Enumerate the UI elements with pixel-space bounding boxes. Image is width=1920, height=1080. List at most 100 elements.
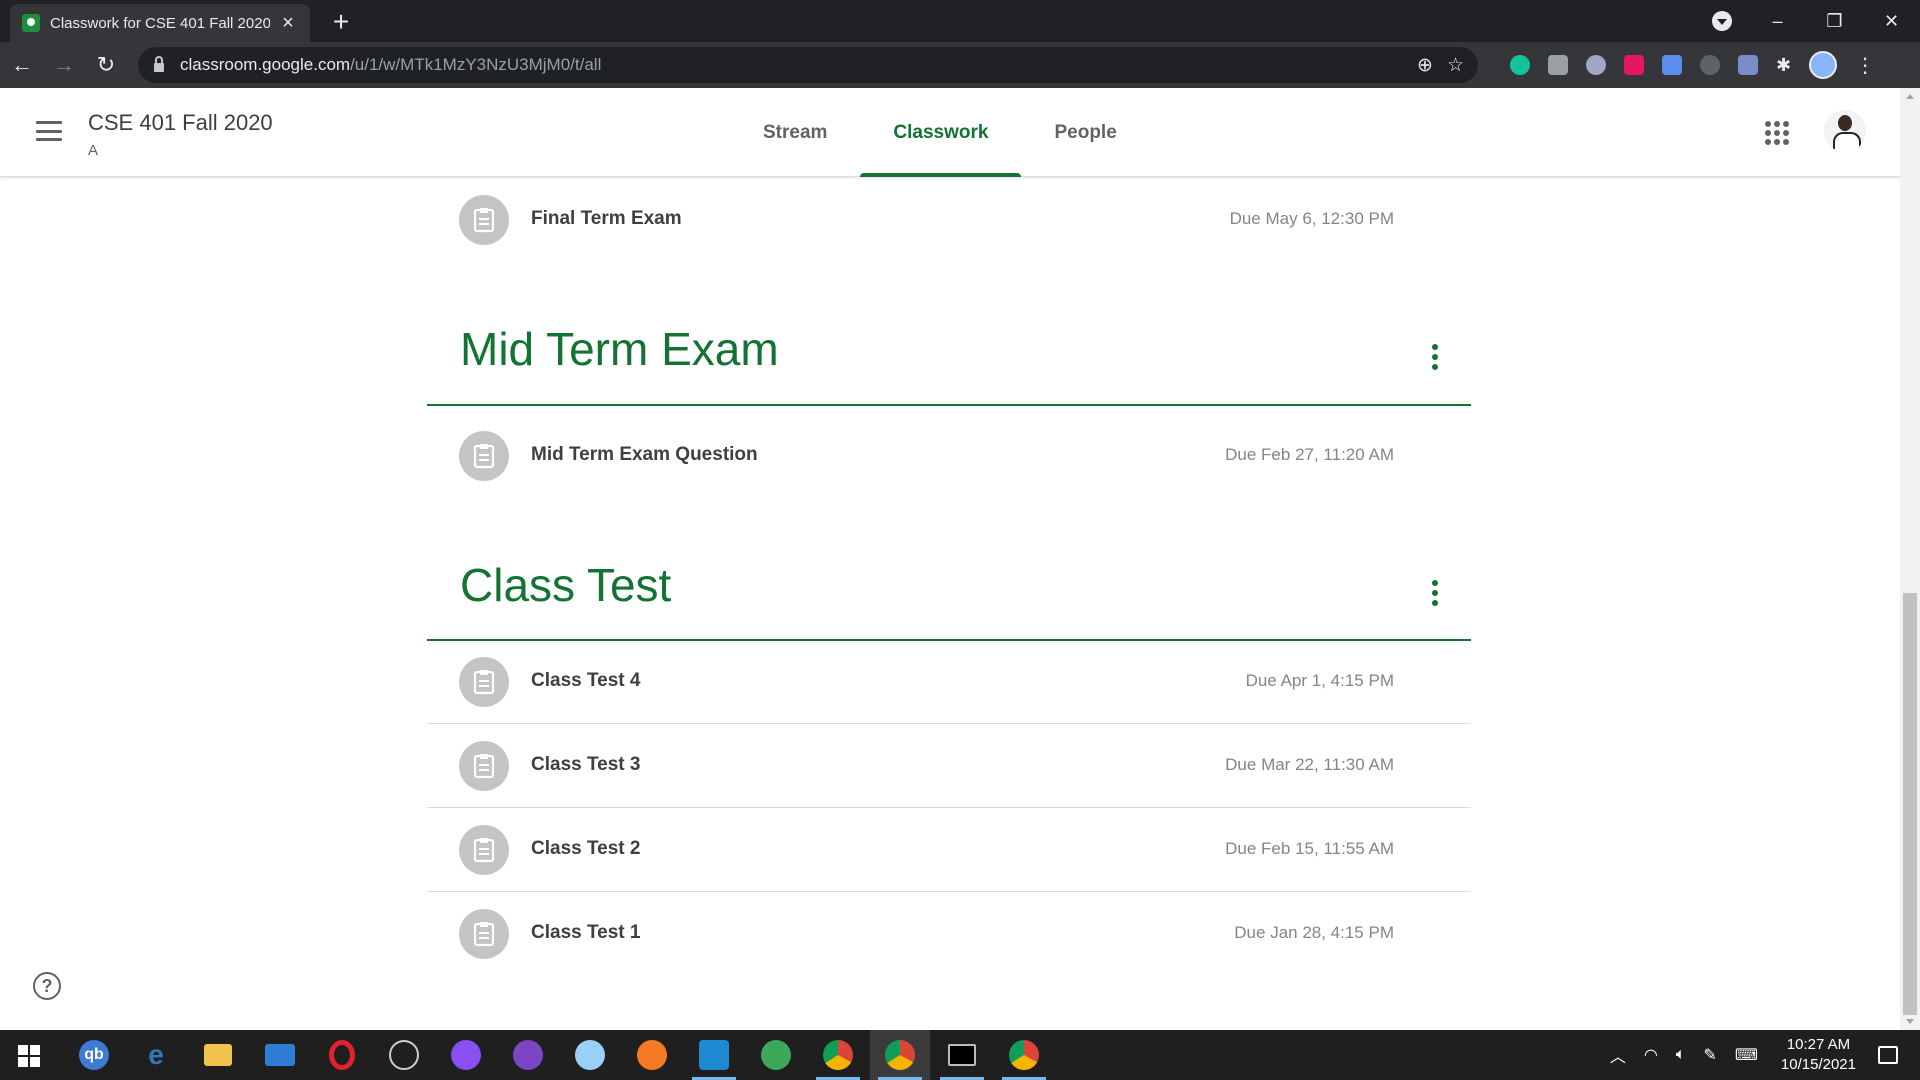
screen: Classwork for CSE 401 Fall 2020 / × + – … (0, 0, 1920, 1080)
back-button[interactable]: ← (2, 45, 42, 85)
tab-people[interactable]: People (1021, 88, 1149, 177)
assignment-due: Due Jan 28, 4:15 PM (1234, 923, 1394, 942)
grammarly-extension-icon[interactable] (1510, 55, 1530, 75)
pen-extension-icon[interactable] (1738, 55, 1758, 75)
help-icon[interactable]: ? (33, 972, 61, 1000)
assignment-clipboard-icon (459, 825, 509, 875)
topic-title[interactable]: Class Test (460, 558, 671, 612)
assignment-title: Class Test 1 (531, 922, 641, 943)
extensions-bar: ✱ ⋮ (1510, 42, 1875, 88)
taskbar-app-firefox-icon[interactable] (622, 1030, 682, 1080)
windows-start-icon[interactable] (18, 1045, 40, 1067)
pen-icon[interactable]: ✎ (1703, 1045, 1716, 1065)
reload-button[interactable]: ↻ (86, 45, 126, 85)
wifi-icon[interactable]: ◠ (1644, 1045, 1658, 1065)
taskbar-app-github-icon[interactable] (498, 1030, 558, 1080)
zoom-icon[interactable]: ⊕ (1417, 54, 1433, 77)
clock-date: 10/15/2021 (1780, 1056, 1856, 1073)
assignment-title: Class Test 2 (531, 838, 641, 859)
browser-menu-icon[interactable]: ⋮ (1855, 53, 1875, 78)
assignment-due: Due May 6, 12:30 PM (1229, 209, 1394, 228)
assignment-item[interactable]: Class Test 4 Due Apr 1, 4:15 PM (427, 640, 1471, 724)
assignment-clipboard-icon (459, 195, 509, 245)
taskbar-app-messenger-icon[interactable] (436, 1030, 496, 1080)
browser-toolbar: ← → ↻ classroom.google.com/u/1/w/MTk1MzY… (0, 42, 1920, 88)
volume-icon[interactable]: 🔈︎ (1676, 1046, 1686, 1064)
close-window-button[interactable]: ✕ (1863, 0, 1920, 42)
assignment-item[interactable]: Mid Term Exam Question Due Feb 27, 11:20… (427, 414, 1471, 498)
tab-search-icon[interactable] (1712, 11, 1732, 31)
assignment-item[interactable]: Class Test 3 Due Mar 22, 11:30 AM (427, 724, 1471, 808)
taskbar-app-satellite-icon[interactable] (374, 1030, 434, 1080)
browser-profile-avatar[interactable] (1809, 51, 1838, 79)
assignment-title: Class Test 4 (531, 670, 641, 691)
taskbar-app-paint-icon[interactable] (560, 1030, 620, 1080)
taskbar-app-opera-icon[interactable] (312, 1030, 372, 1080)
address-bar[interactable]: classroom.google.com/u/1/w/MTk1MzY3NzU3M… (138, 47, 1478, 83)
taskbar-app-file-explorer-icon[interactable] (188, 1030, 248, 1080)
play-extension-icon[interactable] (1624, 55, 1644, 75)
topic-more-options-icon[interactable] (1432, 580, 1438, 606)
window-controls: – ❐ ✕ (1749, 0, 1920, 42)
download-extension-icon[interactable] (1662, 55, 1682, 75)
close-tab-icon[interactable]: × (278, 12, 298, 35)
google-apps-icon[interactable] (1765, 121, 1789, 145)
classroom-header: CSE 401 Fall 2020 A Stream Classwork Peo… (0, 88, 1900, 177)
assignment-item[interactable]: Class Test 2 Due Feb 15, 11:55 AM (427, 808, 1471, 892)
topic-divider (427, 404, 1471, 406)
assignment-title: Mid Term Exam Question (531, 444, 758, 465)
scroll-thumb[interactable] (1903, 593, 1917, 1015)
assignment-title: Class Test 3 (531, 754, 641, 775)
assignment-item[interactable]: Class Test 1 Due Jan 28, 4:15 PM (427, 892, 1471, 976)
course-section: A (88, 142, 99, 159)
topic-title[interactable]: Mid Term Exam (460, 322, 779, 376)
extension-icon[interactable] (1700, 55, 1720, 75)
account-avatar[interactable] (1824, 110, 1866, 152)
browser-tabstrip: Classwork for CSE 401 Fall 2020 / × + – … (0, 0, 1920, 42)
classroom-favicon-icon (22, 14, 40, 32)
keyboard-icon[interactable]: ⌨ (1735, 1045, 1758, 1065)
notifications-icon[interactable] (1878, 1046, 1898, 1064)
course-tabs: Stream Classwork People (730, 88, 1150, 177)
browser-tab[interactable]: Classwork for CSE 401 Fall 2020 / × (10, 4, 310, 42)
assignment-due: Due Mar 22, 11:30 AM (1225, 755, 1394, 774)
taskbar-app-vscode-icon[interactable] (684, 1030, 744, 1080)
taskbar-app-chrome-profile-2-icon[interactable] (994, 1030, 1054, 1080)
new-tab-button[interactable]: + (326, 6, 356, 38)
assignment-title: Final Term Exam (531, 208, 682, 229)
taskbar-app-mail-icon[interactable] (250, 1030, 310, 1080)
bookmark-star-icon[interactable]: ☆ (1447, 54, 1464, 77)
assignment-due: Due Apr 1, 4:15 PM (1245, 671, 1394, 690)
assignment-due: Due Feb 15, 11:55 AM (1225, 839, 1394, 858)
scroll-down-arrow-icon[interactable] (1906, 1019, 1914, 1024)
taskbar-app-qbittorrent-icon[interactable]: qb (64, 1030, 124, 1080)
tab-classwork[interactable]: Classwork (860, 88, 1022, 177)
extension-icon[interactable] (1586, 55, 1606, 75)
taskbar-clock[interactable]: 10:27 AM 10/15/2021 (1781, 1035, 1856, 1075)
classwork-list: Final Term Exam Due May 6, 12:30 PM Mid … (0, 178, 1900, 1030)
windows-taskbar: qb e ︿ ◠ 🔈︎ ✎ ⌨ 10:27 AM 10/15/2021 (0, 1030, 1920, 1080)
forward-button[interactable]: → (44, 45, 84, 85)
restore-button[interactable]: ❐ (1806, 0, 1863, 42)
course-title[interactable]: CSE 401 Fall 2020 (88, 110, 273, 136)
topic-more-options-icon[interactable] (1432, 344, 1438, 370)
assignment-clipboard-icon (459, 657, 509, 707)
taskbar-app-globe-icon[interactable] (746, 1030, 806, 1080)
tab-stream[interactable]: Stream (730, 88, 860, 177)
taskbar-app-chrome-profile-icon[interactable] (870, 1030, 930, 1080)
minimize-button[interactable]: – (1749, 0, 1806, 42)
taskbar-app-terminal-icon[interactable] (932, 1030, 992, 1080)
url-host: classroom.google.com (180, 55, 351, 74)
assignment-clipboard-icon (459, 431, 509, 481)
taskbar-app-edge-icon[interactable]: e (126, 1030, 186, 1080)
show-hidden-icons-icon[interactable]: ︿ (1610, 1043, 1626, 1067)
assignment-clipboard-icon (459, 909, 509, 959)
camera-extension-icon[interactable] (1548, 55, 1568, 75)
taskbar-app-chrome-icon[interactable] (808, 1030, 868, 1080)
scroll-up-arrow-icon[interactable] (1906, 94, 1914, 99)
page-scrollbar[interactable] (1900, 88, 1920, 1030)
lock-icon[interactable] (154, 56, 164, 72)
extensions-puzzle-icon[interactable]: ✱ (1776, 55, 1791, 76)
main-menu-icon[interactable] (36, 121, 62, 141)
assignment-item[interactable]: Final Term Exam Due May 6, 12:30 PM (427, 178, 1471, 262)
